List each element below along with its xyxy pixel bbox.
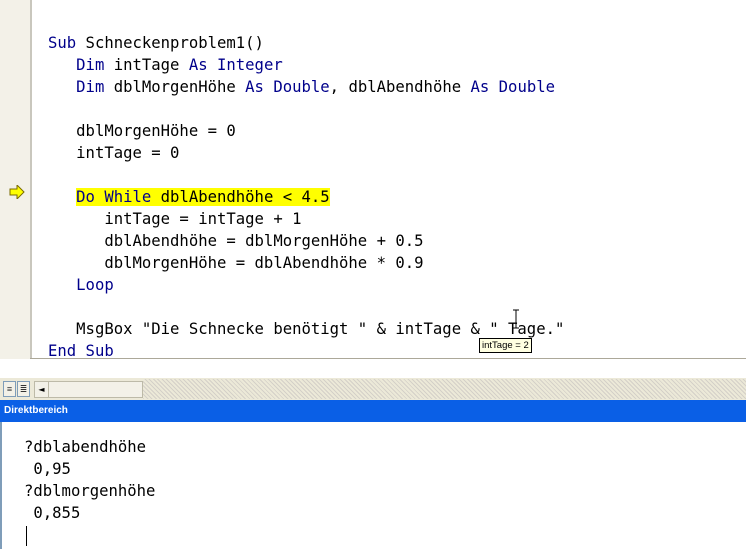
- data-tip-tooltip: intTage = 2: [479, 338, 532, 353]
- code-keyword: As Double: [245, 78, 330, 96]
- immediate-line: ?dblmorgenhöhe: [24, 482, 156, 500]
- scroll-left-icon[interactable]: ◄: [35, 382, 49, 397]
- full-module-view-button[interactable]: ≣: [17, 381, 30, 397]
- procedure-view-button[interactable]: ≡: [3, 381, 16, 397]
- code-text: intTage = intTage + 1: [48, 210, 302, 228]
- code-line[interactable]: [48, 296, 564, 318]
- code-line[interactable]: Sub Schneckenproblem1(): [48, 32, 564, 54]
- immediate-line: 0,855: [24, 504, 81, 522]
- code-text: dblMorgenHöhe = dblAbendhöhe * 0.9: [48, 254, 424, 272]
- code-line[interactable]: dblMorgenHöhe = dblAbendhöhe * 0.9: [48, 252, 564, 274]
- code-text: dblAbendhöhe < 4.5: [151, 188, 330, 206]
- immediate-window[interactable]: ?dblabendhöhe 0,95 ?dblmorgenhöhe 0,855: [0, 422, 746, 549]
- code-line[interactable]: MsgBox "Die Schnecke benötigt " & intTag…: [48, 318, 564, 340]
- immediate-output[interactable]: ?dblabendhöhe 0,95 ?dblmorgenhöhe 0,855: [24, 436, 155, 524]
- code-line[interactable]: Dim intTage As Integer: [48, 54, 564, 76]
- code-keyword: Sub: [48, 34, 77, 52]
- code-text: dblAbendhöhe = dblMorgenHöhe + 0.5: [48, 232, 424, 250]
- code-line[interactable]: Do While dblAbendhöhe < 4.5: [48, 186, 564, 208]
- indicator-margin[interactable]: [0, 0, 30, 359]
- horizontal-scrollbar[interactable]: ◄: [34, 381, 143, 398]
- code-text: intTage: [104, 56, 189, 74]
- code-line[interactable]: dblMorgenHöhe = 0: [48, 120, 564, 142]
- code-line[interactable]: dblAbendhöhe = dblMorgenHöhe + 0.5: [48, 230, 564, 252]
- code-editor[interactable]: Sub Schneckenproblem1() Dim intTage As I…: [48, 32, 564, 362]
- text-cursor-icon: [513, 309, 519, 329]
- code-line[interactable]: Loop: [48, 274, 564, 296]
- immediate-window-title: Direktbereich: [0, 400, 746, 422]
- code-text: Schneckenproblem1(): [76, 34, 264, 52]
- code-text: MsgBox "Die Schnecke benötigt " & intTag…: [48, 320, 565, 338]
- code-text: dblMorgenHöhe = 0: [48, 122, 236, 140]
- code-text: , dblAbendhöhe: [329, 78, 471, 96]
- immediate-line: ?dblabendhöhe: [24, 438, 147, 456]
- code-line[interactable]: [48, 98, 564, 120]
- current-line-arrow-icon: [9, 185, 25, 199]
- code-window[interactable]: Sub Schneckenproblem1() Dim intTage As I…: [0, 0, 746, 378]
- splitter-hatch: [143, 379, 746, 399]
- code-scroll-bar-area: ≡ ≣ ◄: [0, 378, 746, 400]
- margin-divider: [30, 0, 32, 359]
- code-keyword: Dim: [76, 78, 105, 96]
- code-line[interactable]: Dim dblMorgenHöhe As Double, dblAbendhöh…: [48, 76, 564, 98]
- code-line[interactable]: intTage = 0: [48, 142, 564, 164]
- code-line[interactable]: intTage = intTage + 1: [48, 208, 564, 230]
- code-bottom-border: [30, 358, 746, 359]
- code-keyword: As Integer: [188, 56, 283, 74]
- code-keyword: As Double: [470, 78, 556, 96]
- code-keyword: Loop: [76, 276, 114, 294]
- code-keyword: Do While: [76, 188, 152, 206]
- code-text: dblMorgenHöhe: [104, 78, 246, 96]
- code-keyword: Dim: [76, 56, 105, 74]
- immediate-line: 0,95: [24, 460, 71, 478]
- code-line[interactable]: [48, 164, 564, 186]
- code-text: intTage = 0: [48, 144, 180, 162]
- text-caret: [26, 526, 27, 546]
